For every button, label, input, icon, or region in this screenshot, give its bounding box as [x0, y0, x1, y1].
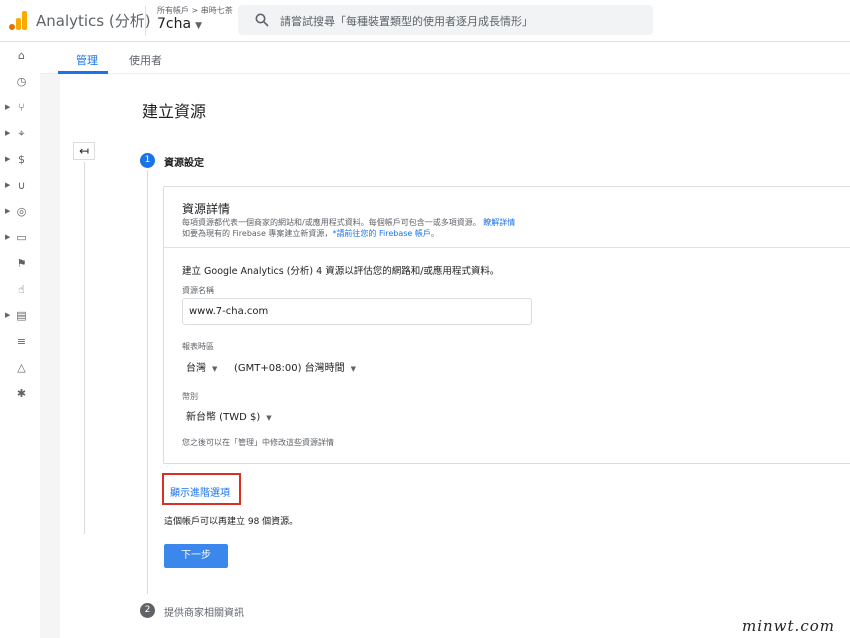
breadcrumb[interactable]: 所有帳戶 > 串時七茶	[157, 5, 233, 16]
nav-engagement[interactable]: ☝	[0, 280, 40, 300]
property-details-card: 資源詳情 每項資源都代表一個商家的網站和/或應用程式資料。每個帳戶可包含一或多項…	[163, 186, 850, 464]
card-lead-text: 建立 Google Analytics (分析) 4 資源以評估您的網路和/或應…	[182, 266, 500, 277]
account-selector[interactable]: 7cha ▼	[157, 16, 202, 32]
expand-arrow-icon: ▶	[5, 129, 11, 137]
expand-arrow-icon: ▶	[5, 207, 11, 215]
page-title: 建立資源	[142, 102, 207, 121]
currency-value: 新台幣 (TWD $)	[186, 412, 261, 423]
nav-lists[interactable]: ≡	[0, 332, 40, 352]
touch-icon: ☝	[18, 283, 25, 296]
home-icon: ⌂	[18, 49, 25, 62]
create-property-panel: ↤ 建立資源 1 資源設定 資源詳情 每項資源都代表一個商家的網站和/或應用程式…	[60, 74, 850, 638]
country-value: 台灣	[186, 363, 206, 374]
top-bar: Analytics (分析) 所有帳戶 > 串時七茶 7cha ▼ 請嘗試搜尋「每…	[0, 0, 850, 42]
expand-arrow-icon: ▶	[5, 311, 11, 319]
expand-arrow-icon: ▶	[5, 181, 11, 189]
tab-admin[interactable]: 管理	[76, 52, 98, 68]
country-select[interactable]: 台灣 ▼	[186, 359, 217, 374]
left-nav-rail: ⌂ ◷ ▶ ⑂ ▶ ⌖ ▶ $ ▶ ∪ ▶ ◎ ▶ ▭ ⚑ ☝ ▶ ▤ ≡ △ ✱	[0, 42, 40, 638]
account-name: 7cha	[157, 16, 192, 32]
list-icon: ≡	[16, 335, 27, 348]
back-button[interactable]: ↤	[73, 142, 95, 160]
timezone-label: 報表時區	[182, 342, 214, 351]
learn-more-link[interactable]: 瞭解詳情	[483, 218, 515, 227]
app-title: Analytics (分析)	[36, 12, 151, 30]
currency-label: 幣別	[182, 392, 198, 401]
nav-tech[interactable]: ▶ ▭	[0, 228, 40, 248]
firebase-note-text: 如要為現有的 Firebase 專案建立新資源，	[182, 229, 333, 238]
search-placeholder: 請嘗試搜尋「每種裝置類型的使用者逐月成長情形」	[280, 15, 533, 28]
tab-user[interactable]: 使用者	[129, 52, 162, 68]
timezone-select[interactable]: (GMT+08:00) 台灣時間 ▼	[234, 359, 356, 374]
property-name-input[interactable]: www.7-cha.com	[182, 298, 532, 325]
remaining-properties-text: 這個帳戶可以再建立 98 個資源。	[164, 517, 299, 527]
expand-arrow-icon: ▶	[5, 233, 11, 241]
card-description: 每項資源都代表一個商家的網站和/或應用程式資料。每個帳戶可包含一或多項資源。 瞭…	[182, 217, 515, 228]
shapes-icon: △	[17, 361, 26, 374]
step-2-label: 提供商家相關資訊	[164, 608, 244, 619]
step-1-label: 資源設定	[164, 158, 204, 169]
firebase-note: 如要為現有的 Firebase 專案建立新資源，*請前往您的 Firebase …	[182, 228, 439, 239]
nav-debug[interactable]: ✱	[0, 384, 40, 404]
card-divider	[164, 247, 850, 248]
nav-explore[interactable]: ▶ ⑂	[0, 98, 40, 118]
search-bar[interactable]: 請嘗試搜尋「每種裝置類型的使用者逐月成長情形」	[238, 5, 653, 35]
main-area: ↤ 建立資源 1 資源設定 資源詳情 每項資源都代表一個商家的網站和/或應用程式…	[40, 74, 850, 638]
search-icon	[255, 13, 269, 27]
chevron-down-icon: ▼	[350, 365, 357, 373]
firebase-note-end: 。	[430, 229, 439, 238]
analytics-logo-icon[interactable]	[8, 10, 28, 30]
bug-icon: ✱	[16, 387, 27, 400]
chevron-down-icon: ▼	[212, 365, 218, 373]
nav-demographics[interactable]: ▶ ◎	[0, 202, 40, 222]
chevron-down-icon: ▼	[266, 414, 272, 422]
nav-shapes[interactable]: △	[0, 358, 40, 378]
clock-icon: ◷	[16, 75, 27, 88]
flag-icon: ⚑	[16, 257, 27, 270]
next-button[interactable]: 下一步	[164, 544, 228, 568]
tag-icon: ⌖	[18, 127, 25, 140]
expand-arrow-icon: ▶	[5, 103, 11, 111]
nav-home[interactable]: ⌂	[0, 46, 40, 66]
step-2-badge: 2	[140, 603, 155, 618]
chevron-down-icon: ▼	[195, 21, 202, 31]
report-icon: ▤	[16, 309, 27, 322]
nav-monetization[interactable]: ▶ $	[0, 150, 40, 170]
firebase-account-link[interactable]: *請前往您的 Firebase 帳戶	[332, 229, 430, 238]
watermark: minwt.com	[742, 617, 835, 635]
currency-select[interactable]: 新台幣 (TWD $) ▼	[186, 408, 272, 423]
tab-bar: 管理 使用者	[40, 42, 850, 74]
property-name-label: 資源名稱	[182, 286, 214, 295]
card-footer-note: 您之後可以在「管理」中修改這些資源詳情	[182, 438, 334, 447]
nav-realtime[interactable]: ◷	[0, 72, 40, 92]
dollar-icon: $	[18, 153, 25, 166]
globe-icon: ◎	[16, 205, 27, 218]
flow-icon: ⑂	[18, 101, 25, 114]
expand-arrow-icon: ▶	[5, 155, 11, 163]
show-advanced-options-link[interactable]: 顯示進階選項	[170, 484, 230, 499]
timezone-value: (GMT+08:00) 台灣時間	[234, 363, 345, 374]
step-1-badge: 1	[140, 153, 155, 168]
header-divider	[145, 6, 146, 36]
stepper-line	[147, 170, 148, 594]
nav-tags[interactable]: ▶ ⌖	[0, 124, 40, 144]
nav-reports[interactable]: ▶ ▤	[0, 306, 40, 326]
card-title: 資源詳情	[182, 202, 231, 216]
card-description-text: 每項資源都代表一個商家的網站和/或應用程式資料。每個帳戶可包含一或多項資源。	[182, 218, 481, 227]
nav-acquisition[interactable]: ▶ ∪	[0, 176, 40, 196]
nav-conversions[interactable]: ⚑	[0, 254, 40, 274]
devices-icon: ▭	[16, 231, 27, 244]
magnet-icon: ∪	[17, 179, 26, 192]
panel-divider	[84, 162, 85, 534]
